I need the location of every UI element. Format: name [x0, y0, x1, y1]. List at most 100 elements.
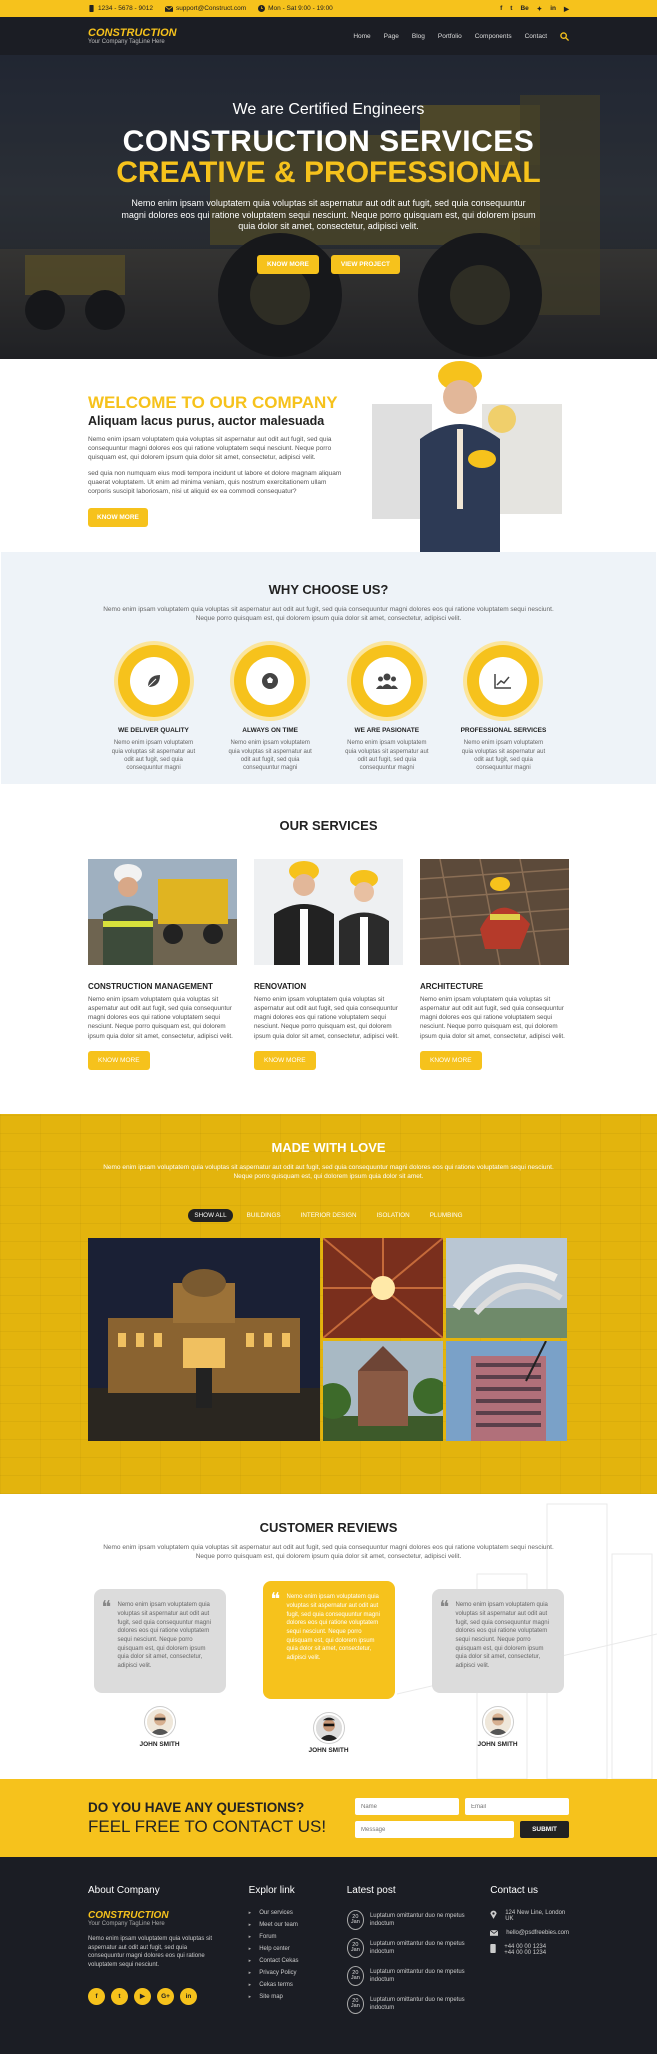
nav-item-portfolio[interactable]: Portfolio [438, 33, 462, 40]
gallery-item[interactable] [446, 1238, 567, 1339]
hero-subtitle: We are Certified Engineers [232, 101, 425, 118]
footer-link[interactable]: Our services [249, 1910, 347, 1916]
services-title: OUR SERVICES [279, 818, 378, 833]
service-know-more-button[interactable]: KNOW MORE [88, 1050, 150, 1070]
nav-item-home[interactable]: Home [353, 33, 370, 40]
service-title: CONSTRUCTION MANAGEMENT [88, 982, 213, 991]
feature-circle [117, 645, 190, 718]
filter-buildings[interactable]: BUILDINGS [241, 1209, 287, 1222]
post-date-badge: 20 Jan [346, 1910, 364, 1930]
youtube-icon[interactable]: ▶ [564, 5, 569, 13]
email-field[interactable] [465, 1798, 569, 1815]
review-text: Nemo enim ipsam voluptatem quia voluptas… [455, 1602, 549, 1669]
envelope-icon [164, 5, 173, 12]
linkedin-icon[interactable]: in [180, 1987, 197, 2005]
email-info[interactable]: support@Construct.com [164, 5, 247, 12]
footer-link[interactable]: Privacy Policy [249, 1970, 347, 1976]
gallery-item[interactable] [323, 1238, 443, 1339]
filter-interior-design[interactable]: INTERIOR DESIGN [295, 1209, 363, 1222]
hero-title-accent: CREATIVE & PROFESSIONAL [116, 156, 541, 189]
post-title: Luptatum omittantur duo ne mpetus indoct… [369, 1940, 465, 1955]
view-project-button[interactable]: VIEW PROJECT [330, 255, 400, 275]
gallery-item[interactable] [446, 1341, 567, 1442]
feature-text: Nemo enim ipsam voluptatem quia voluptas… [228, 740, 312, 772]
facebook-icon[interactable]: f [500, 5, 502, 13]
location-pin-icon [490, 1910, 497, 1919]
welcome-know-more-button[interactable]: KNOW MORE [88, 507, 148, 527]
post-month: Jan [350, 2003, 360, 2009]
post-item[interactable]: 20 Jan Luptatum omittantur duo ne mpetus … [346, 1994, 473, 2014]
footer-link[interactable]: Forum [249, 1934, 347, 1940]
hero-buttons: KNOW MORE VIEW PROJECT [0, 255, 657, 275]
contact-question: DO YOU HAVE ANY QUESTIONS? [88, 1799, 305, 1815]
nav-item-blog[interactable]: Blog [412, 33, 425, 40]
search-icon[interactable] [560, 31, 569, 41]
facebook-icon[interactable]: f [88, 1987, 105, 2005]
nav-item-contact[interactable]: Contact [525, 33, 547, 40]
nav-item-components[interactable]: Components [475, 33, 512, 40]
portfolio-description: Nemo enim ipsam voluptatem quia voluptas… [103, 1164, 554, 1181]
hours-text: Mon - Sat 9:00 - 19:00 [268, 5, 333, 12]
footer-link[interactable]: Cekas terms [249, 1982, 347, 1988]
reviews-list: ❝ Nemo enim ipsam voluptatem quia volupt… [93, 1581, 564, 1754]
post-date-badge: 20 Jan [346, 1966, 364, 1986]
footer-link[interactable]: Site map [249, 1994, 347, 2000]
contact-heading: DO YOU HAVE ANY QUESTIONS? FEEL FREE TO … [88, 1800, 326, 1837]
service-title: ARCHITECTURE [420, 982, 484, 991]
service-know-more-button[interactable]: KNOW MORE [420, 1050, 482, 1070]
service-know-more-button[interactable]: KNOW MORE [254, 1050, 316, 1070]
service-text: Nemo enim ipsam voluptatem quia voluptas… [420, 996, 565, 1040]
footer-about: About Company CONSTRUCTION Your Company … [88, 1885, 223, 2054]
nav-item-page[interactable]: Page [384, 33, 399, 40]
footer-social-links: f t ▶ G+ in [88, 1987, 223, 2005]
architecture-image [419, 858, 570, 966]
reviewer-name: JOHN SMITH [139, 1741, 180, 1749]
envelope-icon [490, 1930, 499, 1936]
behance-icon[interactable]: Be [520, 5, 528, 13]
post-title: Luptatum omittantur duo ne mpetus indoct… [369, 1996, 465, 2011]
portfolio-filters: SHOW ALL BUILDINGS INTERIOR DESIGN ISOLA… [0, 1209, 657, 1223]
dribbble-icon[interactable]: ✦ [537, 5, 542, 13]
footer-link[interactable]: Help center [249, 1946, 347, 1952]
footer-email[interactable]: hello@psdfreebies.com [490, 1930, 569, 1936]
gallery-item[interactable] [88, 1238, 320, 1442]
gallery-item[interactable] [323, 1341, 443, 1442]
submit-button[interactable]: SUBMIT [520, 1821, 569, 1838]
footer-address: 124 New Line, London UK [490, 1910, 569, 1922]
footer-logo-brand[interactable]: CONSTRUCTION [88, 1910, 223, 1921]
twitter-icon[interactable]: t [510, 5, 512, 13]
chart-icon [494, 674, 512, 689]
twitter-icon[interactable]: t [111, 1987, 128, 2005]
feature-item: WE ARE PASIONATE Nemo enim ipsam volupta… [342, 645, 432, 773]
post-item[interactable]: 20 Jan Luptatum omittantur duo ne mpetus … [346, 1966, 473, 1986]
post-date-badge: 20 Jan [346, 1938, 364, 1958]
site-logo[interactable]: CONSTRUCTION Your Company TagLine Here [88, 27, 177, 45]
service-card: RENOVATION Nemo enim ipsam voluptatem qu… [254, 859, 403, 1070]
contact-form: SUBMIT [355, 1798, 569, 1838]
know-more-button[interactable]: KNOW MORE [256, 255, 319, 275]
footer-about-text: Nemo enim ipsam voluptatem quia voluptas… [88, 1936, 213, 1969]
welcome-paragraph-1: Nemo enim ipsam voluptatem quia voluptas… [88, 436, 332, 461]
reviews-section: CUSTOMER REVIEWS Nemo enim ipsam volupta… [0, 1494, 657, 1779]
message-field[interactable] [355, 1821, 515, 1838]
footer-link[interactable]: Meet our team [249, 1922, 347, 1928]
post-item[interactable]: 20 Jan Luptatum omittantur duo ne mpetus … [346, 1910, 473, 1930]
post-item[interactable]: 20 Jan Luptatum omittantur duo ne mpetus … [346, 1938, 473, 1958]
service-text: Nemo enim ipsam voluptatem quia voluptas… [254, 996, 399, 1040]
filter-isolation[interactable]: ISOLATION [371, 1209, 416, 1222]
footer-latest-posts: Latest post 20 Jan Luptatum omittantur du… [346, 1885, 473, 2054]
filter-show-all[interactable]: SHOW ALL [188, 1209, 233, 1223]
google-plus-icon[interactable]: G+ [157, 1987, 174, 2005]
filter-plumbing[interactable]: PLUMBING [424, 1209, 469, 1222]
review-card: ❝ Nemo enim ipsam voluptatem quia volupt… [431, 1589, 564, 1754]
name-field[interactable] [355, 1798, 459, 1815]
footer-link[interactable]: Contact Cekas [249, 1958, 347, 1964]
youtube-icon[interactable]: ▶ [134, 1987, 151, 2005]
footer-posts-title: Latest post [346, 1885, 396, 1896]
email-text: support@Construct.com [175, 5, 247, 12]
nav-menu: Home Page Blog Portfolio Components Cont… [353, 31, 569, 41]
welcome-section: WELCOME TO OUR COMPANY Aliquam lacus pur… [0, 359, 657, 552]
footer-links-title: Explor link [248, 1885, 295, 1896]
worker-image [372, 361, 562, 552]
linkedin-icon[interactable]: in [550, 5, 556, 13]
